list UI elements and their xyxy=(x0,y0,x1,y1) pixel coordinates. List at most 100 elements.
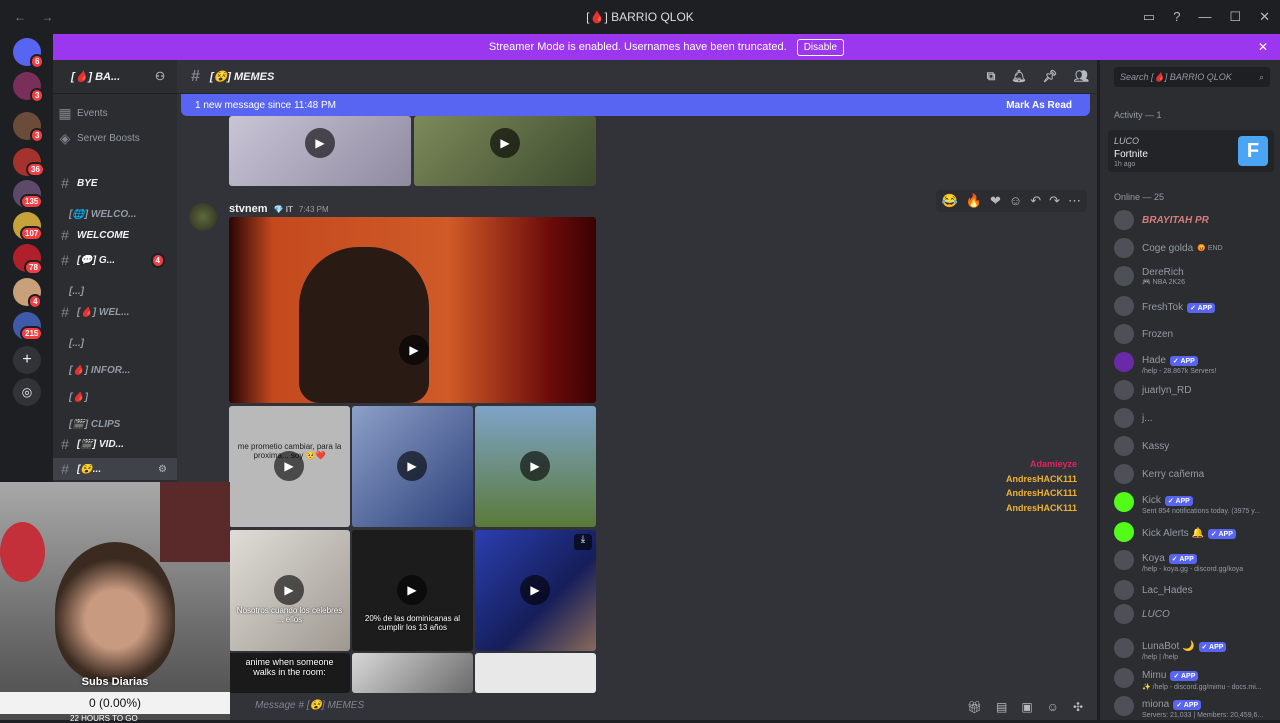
close-icon[interactable]: ✕ xyxy=(1258,40,1268,54)
channel-item[interactable]: # [🎬] VID... xyxy=(53,433,177,455)
video-tile[interactable]: ▶ ⤓ xyxy=(475,530,596,651)
video-tile[interactable]: ▶ xyxy=(414,116,596,186)
member-item[interactable]: Coge golda 😡 END xyxy=(1114,234,1280,262)
server-header[interactable]: [🩸] BA... ⚇ xyxy=(53,60,177,94)
video-tile[interactable]: ▶ xyxy=(352,406,473,527)
play-icon[interactable]: ▶ xyxy=(274,451,304,481)
category-item[interactable]: [...] xyxy=(53,332,177,354)
video-tile-large[interactable]: ▶ xyxy=(229,217,596,403)
fire-emoji-icon[interactable]: 🔥 xyxy=(966,193,982,209)
gif-icon[interactable]: ▤ xyxy=(996,700,1007,714)
play-icon[interactable]: ▶ xyxy=(305,128,335,158)
inbox-icon[interactable]: ▭ xyxy=(1143,9,1155,25)
apps-icon[interactable]: ✣ xyxy=(1073,700,1083,714)
discover-icon[interactable]: ◎ xyxy=(13,378,41,406)
new-messages-bar[interactable]: 1 new message since 11:48 PM Mark As Rea… xyxy=(181,94,1090,116)
hash-icon: # xyxy=(61,175,69,191)
add-reaction-icon[interactable]: ☺ xyxy=(1009,193,1022,209)
heart-emoji-icon[interactable]: ❤ xyxy=(990,193,1001,209)
video-tile[interactable]: Nosotros cuando los celebres ... ellos ▶ xyxy=(229,530,350,651)
video-subject xyxy=(299,247,429,403)
avatar xyxy=(1114,550,1134,570)
channel-label: WELCOME xyxy=(77,229,130,241)
activity-game: Fortnite xyxy=(1114,149,1148,160)
category-item[interactable]: [🩸] xyxy=(53,386,177,408)
app-badge: ✓ APP xyxy=(1173,699,1202,710)
member-item[interactable]: Mimu ✓ APP ✨ /help - discord.gg/mimu - doc… xyxy=(1114,664,1280,692)
hash-icon: # xyxy=(61,436,69,452)
category-item[interactable]: [🌐] WELCO... xyxy=(53,203,177,225)
channel-item[interactable]: # [💬] G... 4 xyxy=(53,249,177,271)
settings-icon[interactable]: ⚙ xyxy=(158,464,167,475)
add-server-icon[interactable]: + xyxy=(13,346,41,374)
threads-icon[interactable]: ⧉ xyxy=(987,69,996,84)
events-item[interactable]: ▦ Events xyxy=(53,102,177,124)
channel-item[interactable]: # WELCOME xyxy=(53,224,177,246)
play-icon[interactable]: ▶ xyxy=(520,575,550,605)
download-icon[interactable]: ⤓ xyxy=(574,534,592,550)
video-tile[interactable]: anime when someone walks in the room: xyxy=(229,653,350,693)
category-item[interactable]: [🎬] CLIPS xyxy=(53,413,177,435)
video-tile[interactable]: ▶ xyxy=(229,116,411,186)
message-input[interactable]: Message # [😵] MEMES xyxy=(177,700,1097,720)
video-caption: anime when someone walks in the room: xyxy=(245,657,334,677)
disable-button[interactable]: Disable xyxy=(796,38,845,56)
member-item[interactable]: Kerry cañema xyxy=(1114,460,1280,488)
laugh-emoji-icon[interactable]: 😂 xyxy=(942,193,958,209)
play-icon[interactable]: ▶ xyxy=(397,451,427,481)
member-item[interactable]: miona ✓ APP Servers: 21,033 | Members: 20,… xyxy=(1114,692,1280,720)
activity-card[interactable]: LUCO Fortnite 1h ago F xyxy=(1108,130,1274,172)
gift-icon[interactable]: 🎁︎ xyxy=(967,700,982,714)
members-icon[interactable]: 👥︎ xyxy=(1074,69,1089,84)
help-icon[interactable]: ? xyxy=(1173,9,1180,25)
play-icon[interactable]: ▶ xyxy=(520,451,550,481)
play-icon[interactable]: ▶ xyxy=(399,335,429,365)
member-item[interactable]: Koya ✓ APP/help - koya.gg - discord.gg/ko… xyxy=(1114,546,1280,574)
emoji-icon[interactable]: ☺ xyxy=(1047,700,1059,714)
author-name[interactable]: stvnem xyxy=(229,203,268,215)
pin-icon[interactable]: 📌︎ xyxy=(1043,69,1058,84)
video-tile[interactable] xyxy=(352,653,473,693)
channel-item[interactable]: # BYE xyxy=(53,172,177,194)
play-icon[interactable]: ▶ xyxy=(397,575,427,605)
video-tile[interactable]: ▶ xyxy=(475,406,596,527)
more-icon[interactable]: ⋯ xyxy=(1068,193,1081,209)
server-boosts-item[interactable]: ◈ Server Boosts xyxy=(53,127,177,149)
member-item[interactable]: Hade ✓ APP/help - 28.867k Servers! xyxy=(1114,348,1280,376)
reply-icon[interactable]: ↶ xyxy=(1030,193,1041,209)
member-item[interactable]: BRAYITAH PR xyxy=(1114,206,1280,234)
video-caption: Nosotros cuando los celebres ... ellos xyxy=(236,606,343,624)
member-item[interactable]: DereRich 🎮 NBA 2K26 xyxy=(1114,262,1280,290)
member-item[interactable]: LunaBot 🌙 ✓ APP/help | /help xyxy=(1114,634,1280,662)
member-item[interactable]: LUCO xyxy=(1114,600,1280,628)
invite-icon[interactable]: ⚇ xyxy=(155,70,165,83)
avatar[interactable] xyxy=(189,203,217,231)
member-item[interactable]: Kassy xyxy=(1114,432,1280,460)
member-item[interactable]: juarlyn_RD xyxy=(1114,376,1280,404)
category-item[interactable]: [...] xyxy=(53,280,177,302)
play-icon[interactable]: ▶ xyxy=(490,128,520,158)
play-icon[interactable]: ▶ xyxy=(274,575,304,605)
nav-arrows-icon[interactable]: ← → xyxy=(14,10,59,24)
member-item[interactable]: Kick ✓ APP Sent 854 notifications today. (… xyxy=(1114,488,1280,516)
member-item[interactable]: Kick Alerts 🔔 ✓ APP xyxy=(1114,518,1280,546)
member-item[interactable]: FreshTok ✓ APP xyxy=(1114,292,1280,320)
minimize-button[interactable]: — xyxy=(1198,9,1211,25)
sticker-icon[interactable]: ▣ xyxy=(1021,700,1032,714)
video-tile[interactable] xyxy=(475,653,596,693)
video-tile[interactable]: 20% de las dominicanas al cumplir los 13… xyxy=(352,530,473,651)
search-input[interactable]: Search [🩸] BARRIO QLOK ⌕ xyxy=(1114,67,1270,87)
video-tile[interactable]: me prometio cambiar, para la proxima... … xyxy=(229,406,350,527)
avatar xyxy=(1114,580,1134,600)
maximize-button[interactable]: ☐ xyxy=(1229,9,1241,25)
member-item[interactable]: Frozen xyxy=(1114,320,1280,348)
member-item[interactable]: j... xyxy=(1114,404,1280,432)
bell-icon[interactable]: 🔔︎ xyxy=(1011,69,1026,84)
channel-item[interactable]: # [🩸] WEL... xyxy=(53,301,177,323)
close-button[interactable]: ✕ xyxy=(1259,9,1270,25)
category-item[interactable]: [🩸] INFOR... xyxy=(53,359,177,381)
forward-icon[interactable]: ↷ xyxy=(1049,193,1060,209)
channel-label: [🎬] VID... xyxy=(77,438,124,450)
channel-item-selected[interactable]: # [😵... ⚙ xyxy=(53,458,177,480)
mark-as-read-button[interactable]: Mark As Read xyxy=(1006,100,1072,111)
